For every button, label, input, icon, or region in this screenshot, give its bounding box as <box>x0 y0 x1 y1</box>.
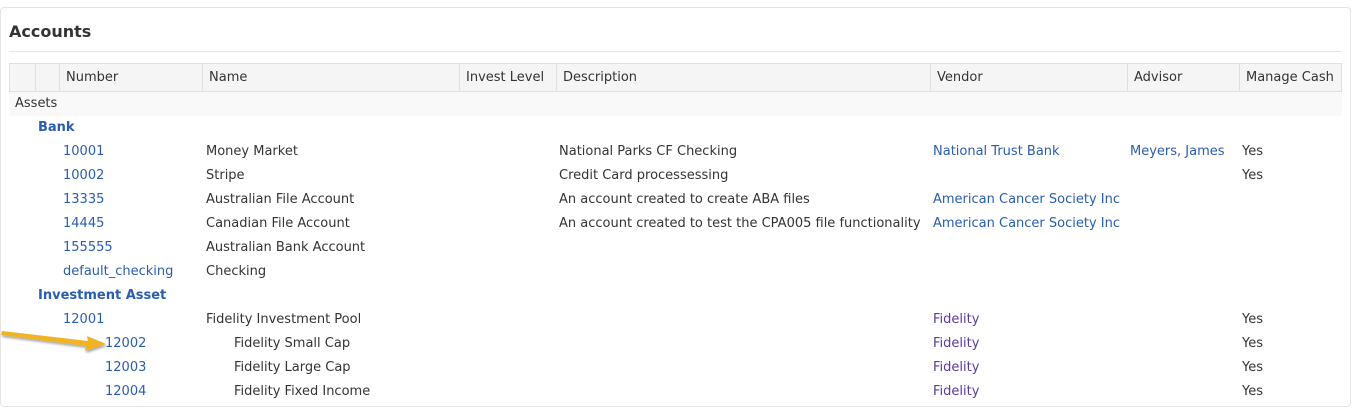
manage-cash-value: Yes <box>1242 144 1263 159</box>
account-description: An account created to test the CPA005 fi… <box>559 216 921 231</box>
account-name: Money Market <box>206 144 298 159</box>
account-number-link[interactable]: default_checking <box>63 260 173 284</box>
accounts-panel: Accounts Number Name Invest Level Descri… <box>0 7 1351 407</box>
manage-cash-value: Yes <box>1242 168 1263 183</box>
account-number-link[interactable]: 13335 <box>63 188 104 212</box>
title-divider <box>9 51 1342 52</box>
invest-level-column-header[interactable]: Invest Level <box>459 64 556 92</box>
manage-cash-value: Yes <box>1242 336 1263 351</box>
manage-cash-value: Yes <box>1242 360 1263 375</box>
account-number-link[interactable]: 12002 <box>105 332 146 356</box>
account-name: Canadian File Account <box>206 216 350 231</box>
account-description: An account created to create ABA files <box>559 192 810 207</box>
manage-cash-column-header[interactable]: Manage Cash <box>1239 64 1343 92</box>
table-row[interactable]: 12002 Fidelity Small Cap Fidelity Yes <box>9 332 1342 356</box>
accounts-table: Number Name Invest Level Description Ven… <box>9 63 1342 404</box>
table-row[interactable]: 12001 Fidelity Investment Pool Fidelity Yes <box>9 308 1342 332</box>
account-number-link[interactable]: 155555 <box>63 236 113 260</box>
vendor-link[interactable]: Fidelity <box>933 356 979 380</box>
vendor-link[interactable]: American Cancer Society Inc <box>933 212 1120 236</box>
table-row[interactable]: 12003 Fidelity Large Cap Fidelity Yes <box>9 356 1342 380</box>
vendor-link[interactable]: National Trust Bank <box>933 140 1060 164</box>
manage-cash-value: Yes <box>1242 384 1263 399</box>
vendor-link[interactable]: Fidelity <box>933 332 979 356</box>
vendor-link[interactable]: Fidelity <box>933 380 979 404</box>
account-name: Fidelity Small Cap <box>234 336 351 351</box>
table-row[interactable]: 12004 Fidelity Fixed Income Fidelity Yes <box>9 380 1342 404</box>
group-label: Assets <box>15 96 58 111</box>
table-row[interactable]: default_checking Checking <box>9 260 1342 284</box>
account-name: Australian Bank Account <box>206 240 366 255</box>
table-row[interactable]: 155555 Australian Bank Account <box>9 236 1342 260</box>
group-row-assets: Assets <box>9 92 1342 116</box>
account-number-link[interactable]: 14445 <box>63 212 104 236</box>
account-name: Checking <box>206 264 267 279</box>
expand-column-header <box>10 64 35 92</box>
manage-cash-value: Yes <box>1242 312 1263 327</box>
table-row[interactable]: 13335 Australian File Account An account c… <box>9 188 1342 212</box>
page-title: Accounts <box>9 22 92 41</box>
advisor-column-header[interactable]: Advisor <box>1127 64 1239 92</box>
account-number-link[interactable]: 10002 <box>63 164 104 188</box>
table-row[interactable]: 10002 Stripe Credit Card processessing Yes <box>9 164 1342 188</box>
table-row[interactable]: 14445 Canadian File Account An account cre… <box>9 212 1342 236</box>
account-number-link[interactable]: 12003 <box>105 356 146 380</box>
table-header: Number Name Invest Level Description Ven… <box>9 63 1342 92</box>
advisor-link[interactable]: Meyers, James <box>1130 140 1225 164</box>
category-label[interactable]: Investment Asset <box>38 284 166 308</box>
vendor-link[interactable]: Fidelity <box>933 308 979 332</box>
account-number-link[interactable]: 12004 <box>105 380 146 404</box>
arrow-pointer-icon <box>1 331 106 351</box>
account-name: Australian File Account <box>206 192 355 207</box>
description-column-header[interactable]: Description <box>556 64 930 92</box>
category-row[interactable]: Investment Asset <box>9 284 1342 308</box>
select-column-header <box>35 64 59 92</box>
vendor-link[interactable]: American Cancer Society Inc <box>933 188 1120 212</box>
vendor-column-header[interactable]: Vendor <box>930 64 1127 92</box>
account-number-link[interactable]: 10001 <box>63 140 104 164</box>
account-name: Fidelity Large Cap <box>234 360 351 375</box>
table-row[interactable]: 10001 Money Market National Parks CF Check… <box>9 140 1342 164</box>
account-description: Credit Card processessing <box>559 168 729 183</box>
category-row[interactable]: Bank <box>9 116 1342 140</box>
account-name: Fidelity Investment Pool <box>206 312 362 327</box>
category-label[interactable]: Bank <box>38 116 75 140</box>
account-description: National Parks CF Checking <box>559 144 738 159</box>
account-name: Stripe <box>206 168 245 183</box>
account-name: Fidelity Fixed Income <box>234 384 371 399</box>
name-column-header[interactable]: Name <box>202 64 459 92</box>
number-column-header[interactable]: Number <box>59 64 202 92</box>
